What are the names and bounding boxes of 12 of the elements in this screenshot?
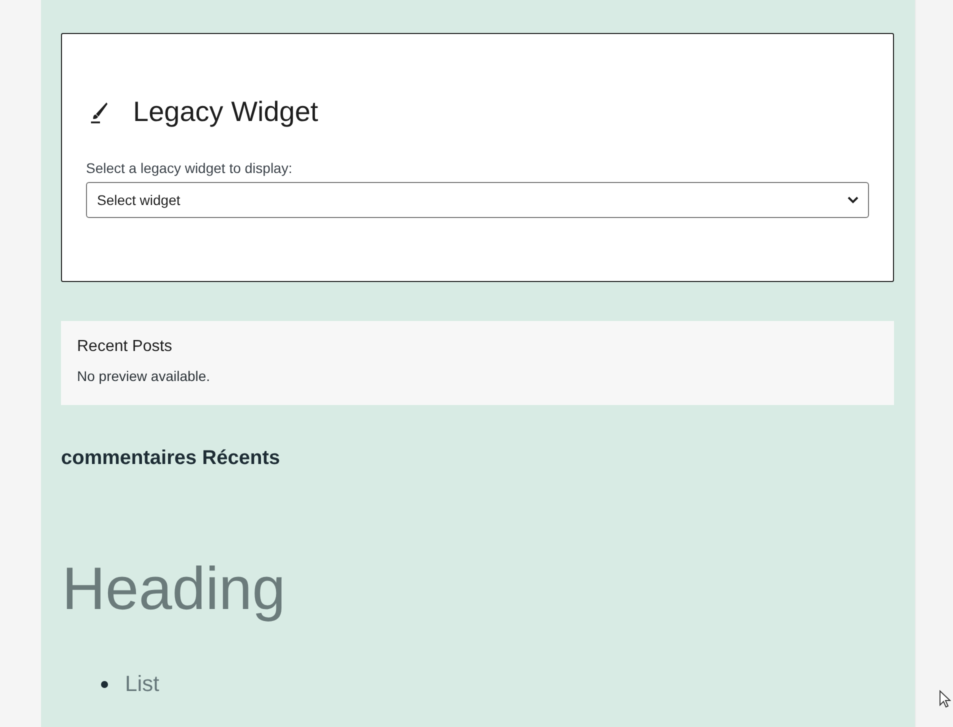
preview-title: Recent Posts — [77, 337, 172, 357]
section-heading: commentaires Récents — [61, 446, 280, 471]
preview-message: No preview available. — [77, 367, 210, 386]
cursor-icon — [939, 690, 951, 708]
list-item: List — [125, 670, 160, 698]
bullet-icon — [101, 680, 108, 688]
widget-select[interactable]: Select widget — [86, 182, 869, 218]
heading-text: Heading — [62, 559, 286, 619]
widget-title: Legacy Widget — [133, 95, 318, 129]
widget-label: Select a legacy widget to display: — [86, 159, 292, 178]
brush-icon — [90, 100, 108, 124]
chevron-down-icon — [847, 196, 859, 204]
